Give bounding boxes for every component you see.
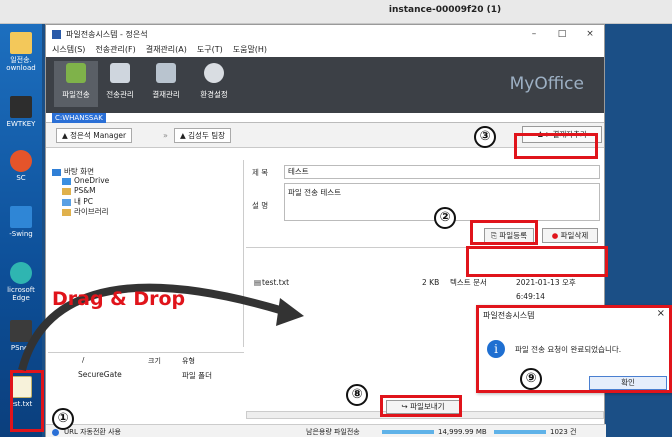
drag-arrow: [18, 283, 304, 371]
step-9-badge: ⑨: [520, 368, 542, 390]
step-2-badge: ②: [434, 207, 456, 229]
drag-arrow-head: [276, 298, 304, 326]
step-1-badge: ①: [52, 408, 74, 430]
drag-drop-label: Drag & Drop: [52, 288, 186, 310]
step-8-badge: ⑧: [346, 384, 368, 406]
step-3-badge: ③: [474, 126, 496, 148]
